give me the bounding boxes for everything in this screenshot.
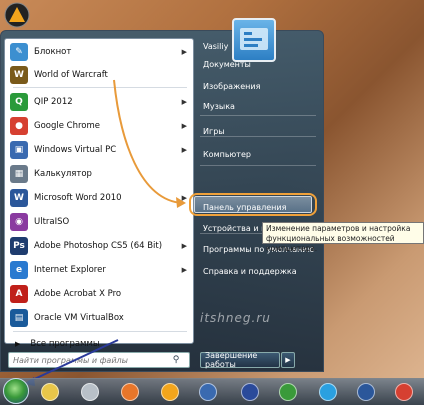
orange-arrow bbox=[113, 79, 183, 204]
aimp-icon[interactable] bbox=[158, 381, 182, 403]
start-orb-icon[interactable] bbox=[3, 378, 29, 404]
taskbar-glyph bbox=[357, 383, 375, 401]
taskbar-glyph bbox=[395, 383, 413, 401]
taskbar-glyph bbox=[241, 383, 259, 401]
start-right-item-label: Панель управления bbox=[203, 202, 287, 212]
chrome-taskbar-icon[interactable] bbox=[392, 381, 416, 403]
start-right-item[interactable]: Панель управления bbox=[200, 198, 320, 216]
taskbar-glyph bbox=[121, 383, 139, 401]
explorer-icon[interactable] bbox=[38, 381, 62, 403]
taskbar-glyph bbox=[41, 383, 59, 401]
word-taskbar-icon[interactable] bbox=[354, 381, 378, 403]
utorrent-icon[interactable] bbox=[276, 381, 300, 403]
taskbar-glyph bbox=[199, 383, 217, 401]
wow-taskbar-icon[interactable] bbox=[196, 381, 220, 403]
blue-arrow bbox=[27, 339, 119, 383]
save-icon[interactable] bbox=[238, 381, 262, 403]
skype-icon[interactable] bbox=[316, 381, 340, 403]
orange-arrowhead bbox=[176, 197, 186, 208]
firefox-icon[interactable] bbox=[118, 381, 142, 403]
robot-icon[interactable] bbox=[78, 381, 102, 403]
taskbar-glyph bbox=[279, 383, 297, 401]
taskbar-glyph bbox=[161, 383, 179, 401]
taskbar-glyph bbox=[319, 383, 337, 401]
taskbar-glyph bbox=[81, 383, 99, 401]
